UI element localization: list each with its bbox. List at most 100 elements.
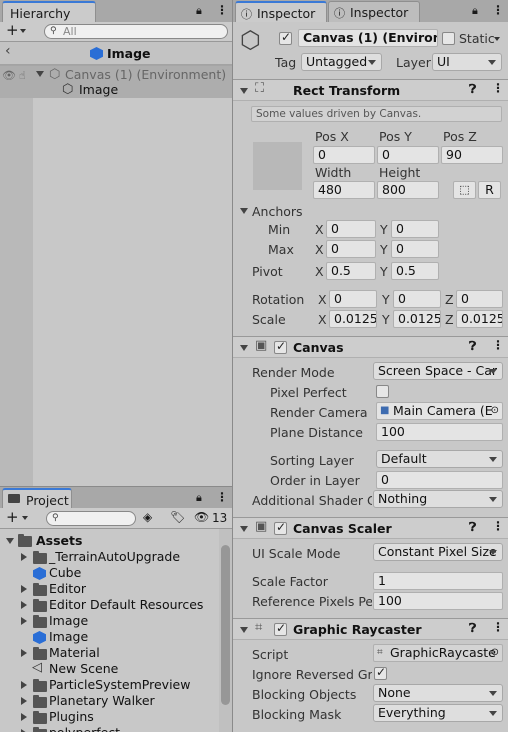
scale-factor-field[interactable]: 1 bbox=[373, 572, 503, 590]
collapse-icon[interactable] bbox=[240, 88, 248, 94]
layer-dropdown[interactable]: UI bbox=[432, 53, 502, 71]
expand-icon[interactable] bbox=[21, 585, 27, 593]
scrollbar-thumb[interactable] bbox=[221, 545, 230, 705]
list-item[interactable]: ◁ New Scene bbox=[0, 660, 219, 677]
help-icon[interactable]: ❓︎ bbox=[469, 339, 476, 354]
expand-icon[interactable] bbox=[21, 601, 27, 609]
rotation-y[interactable]: 0 bbox=[393, 290, 441, 308]
rect-transform-header[interactable]: ⛶ Rect Transform ❓︎ ⋮ bbox=[233, 79, 508, 101]
settings-icon[interactable]: ⋮ bbox=[492, 519, 504, 533]
assets-root[interactable]: Assets bbox=[36, 533, 82, 548]
list-item[interactable]: _TerrainAutoUpgrade bbox=[0, 549, 219, 565]
expand-icon[interactable] bbox=[21, 713, 27, 721]
lock-icon[interactable]: 🔒︎ bbox=[196, 4, 202, 18]
blocking-mask-dropdown[interactable]: Everything bbox=[373, 704, 503, 722]
pivot-y[interactable]: 0.5 bbox=[391, 262, 439, 280]
add-button[interactable]: + bbox=[6, 21, 19, 39]
list-item[interactable]: Plugins bbox=[0, 709, 219, 725]
scale-z[interactable]: 0.0125 bbox=[456, 310, 503, 328]
anchor-min-x[interactable]: 0 bbox=[326, 220, 376, 238]
ignore-reversed-toggle[interactable] bbox=[374, 665, 387, 680]
pick-icon[interactable]: ☝︎ bbox=[19, 69, 26, 82]
collapse-icon[interactable] bbox=[240, 526, 248, 532]
hidden-eye-icon[interactable]: 👁︎ bbox=[194, 510, 209, 524]
anchors-expand-icon[interactable] bbox=[240, 208, 248, 214]
rotation-x[interactable]: 0 bbox=[329, 290, 377, 308]
anchor-max-y[interactable]: 0 bbox=[391, 240, 439, 258]
scale-y[interactable]: 0.0125 bbox=[393, 310, 441, 328]
ref-pixels-field[interactable]: 100 bbox=[373, 592, 503, 610]
canvas-enabled-toggle[interactable] bbox=[274, 339, 287, 354]
expand-icon[interactable] bbox=[36, 71, 44, 77]
script-field[interactable]: ⌗ GraphicRaycaste ⊙ bbox=[373, 644, 503, 662]
sorting-layer-dropdown[interactable]: Default bbox=[376, 450, 503, 468]
tag-dropdown[interactable]: Untagged bbox=[301, 53, 382, 71]
canvas-scaler-enabled-toggle[interactable] bbox=[274, 520, 287, 535]
expand-icon[interactable] bbox=[21, 553, 27, 561]
tab-inspector-2[interactable]: ⓘ Inspector bbox=[328, 1, 420, 22]
chevron-down-icon[interactable] bbox=[20, 29, 26, 33]
collapse-icon[interactable] bbox=[240, 345, 248, 351]
pixel-perfect-toggle[interactable] bbox=[376, 385, 389, 398]
list-item[interactable]: Image bbox=[0, 613, 219, 629]
blocking-objects-dropdown[interactable]: None bbox=[373, 684, 503, 702]
settings-icon[interactable]: ⋮ bbox=[492, 338, 504, 352]
list-item[interactable]: Image bbox=[0, 629, 219, 645]
shader-channels-dropdown[interactable]: Nothing bbox=[373, 490, 503, 508]
chevron-down-icon[interactable] bbox=[22, 516, 28, 520]
plane-distance-field[interactable]: 100 bbox=[376, 423, 503, 441]
kebab-menu-icon[interactable]: ⋮ bbox=[492, 3, 504, 17]
list-item[interactable]: polyperfect bbox=[0, 725, 219, 732]
posy-field[interactable]: 0 bbox=[377, 146, 439, 164]
filter-by-type-icon[interactable]: ◈ bbox=[143, 510, 152, 524]
rotation-z[interactable]: 0 bbox=[456, 290, 503, 308]
render-camera-field[interactable]: ■ Main Camera (E ⊙ bbox=[376, 402, 503, 420]
add-button[interactable]: + bbox=[6, 508, 19, 526]
posx-field[interactable]: 0 bbox=[313, 146, 375, 164]
filter-by-label-icon[interactable]: 🏷︎ bbox=[170, 510, 185, 524]
list-item[interactable]: Editor bbox=[0, 581, 219, 597]
order-in-layer-field[interactable]: 0 bbox=[376, 471, 503, 489]
kebab-menu-icon[interactable]: ⋮ bbox=[216, 3, 228, 17]
expand-icon[interactable] bbox=[21, 697, 27, 705]
width-field[interactable]: 480 bbox=[313, 181, 375, 199]
lock-icon[interactable]: 🔒︎ bbox=[472, 4, 478, 18]
list-item[interactable]: Material bbox=[0, 645, 219, 661]
list-item[interactable]: Cube bbox=[0, 565, 219, 581]
list-item[interactable]: Planetary Walker bbox=[0, 693, 219, 709]
posz-field[interactable]: 90 bbox=[441, 146, 503, 164]
hierarchy-search-input[interactable]: ⚲ All bbox=[44, 24, 228, 39]
list-item[interactable]: Canvas (1) (Environment) bbox=[65, 67, 226, 82]
expand-icon[interactable] bbox=[21, 681, 27, 689]
collapse-icon[interactable] bbox=[240, 627, 248, 633]
kebab-menu-icon[interactable]: ⋮ bbox=[216, 490, 228, 504]
list-item[interactable]: Image bbox=[79, 82, 118, 97]
list-item[interactable]: ParticleSystemPreview bbox=[0, 677, 219, 693]
anchor-max-x[interactable]: 0 bbox=[326, 240, 376, 258]
static-toggle[interactable] bbox=[442, 32, 455, 45]
anchor-min-y[interactable]: 0 bbox=[391, 220, 439, 238]
active-toggle[interactable] bbox=[279, 30, 292, 45]
project-search-input[interactable]: ⚲ bbox=[46, 511, 136, 526]
lock-icon[interactable]: 🔒︎ bbox=[196, 491, 202, 505]
list-item[interactable]: Editor Default Resources bbox=[0, 597, 219, 613]
expand-icon[interactable] bbox=[6, 538, 14, 544]
tab-inspector-1[interactable]: ⓘ Inspector bbox=[235, 1, 327, 22]
settings-icon[interactable]: ⋮ bbox=[492, 81, 504, 95]
help-icon[interactable]: ❓︎ bbox=[469, 621, 476, 636]
help-icon[interactable]: ❓︎ bbox=[469, 82, 476, 97]
raw-edit-button[interactable]: R bbox=[478, 181, 501, 199]
expand-icon[interactable] bbox=[21, 617, 27, 625]
render-mode-dropdown[interactable]: Screen Space - Car bbox=[373, 362, 503, 380]
tab-hierarchy[interactable]: Hierarchy bbox=[2, 1, 96, 22]
eye-icon[interactable]: 👁︎ bbox=[2, 69, 16, 82]
back-icon[interactable]: ‹ bbox=[5, 43, 11, 59]
graphic-raycaster-header[interactable]: ⌗ Graphic Raycaster ❓︎ ⋮ bbox=[233, 618, 508, 640]
settings-icon[interactable]: ⋮ bbox=[492, 620, 504, 634]
ui-scale-mode-dropdown[interactable]: Constant Pixel Size bbox=[373, 543, 503, 561]
expand-icon[interactable] bbox=[21, 649, 27, 657]
canvas-scaler-header[interactable]: ▣ Canvas Scaler ❓︎ ⋮ bbox=[233, 517, 508, 539]
chevron-down-icon[interactable] bbox=[494, 37, 500, 41]
object-picker-icon[interactable]: ⊙ bbox=[491, 645, 499, 661]
scale-x[interactable]: 0.0125 bbox=[329, 310, 377, 328]
